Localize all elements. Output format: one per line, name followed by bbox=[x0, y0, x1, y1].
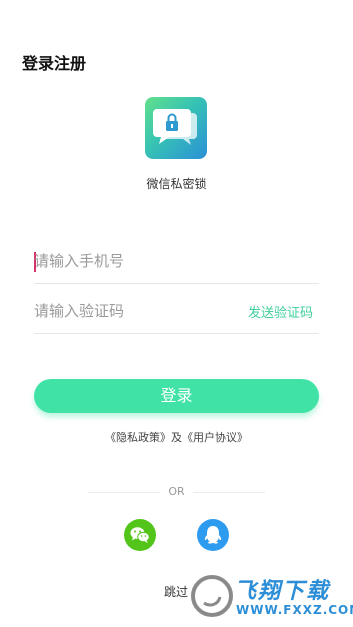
qq-login-button[interactable] bbox=[197, 519, 229, 551]
code-input[interactable] bbox=[34, 291, 234, 331]
code-field: 发送验证码 bbox=[34, 291, 319, 334]
wechat-icon bbox=[130, 527, 150, 543]
privacy-policy-link[interactable]: 《隐私政策》 bbox=[105, 431, 171, 444]
watermark-title: 飞翔下载 bbox=[234, 579, 331, 604]
user-agreement-link[interactable]: 《用户协议》 bbox=[182, 431, 248, 444]
phone-input[interactable] bbox=[34, 241, 234, 281]
phone-field bbox=[34, 241, 319, 284]
agreement-connector: 及 bbox=[171, 431, 182, 444]
divider-label: OR bbox=[168, 485, 185, 498]
wechat-login-button[interactable] bbox=[124, 519, 156, 551]
send-code-button[interactable]: 发送验证码 bbox=[248, 302, 313, 321]
chat-lock-icon bbox=[153, 109, 197, 145]
page-title: 登录注册 bbox=[22, 54, 87, 73]
app-name: 微信私密锁 bbox=[146, 177, 207, 191]
watermark-logo: 飞翔下载 WWW.FXXZ.COM bbox=[190, 565, 353, 627]
login-button[interactable]: 登录 bbox=[34, 379, 319, 413]
qq-icon bbox=[204, 526, 222, 544]
agreement-text: 《隐私政策》及《用户协议》 bbox=[0, 429, 353, 445]
skip-button[interactable]: 跳过 bbox=[164, 583, 188, 600]
app-logo bbox=[145, 97, 207, 159]
watermark-url: WWW.FXXZ.COM bbox=[236, 603, 353, 617]
